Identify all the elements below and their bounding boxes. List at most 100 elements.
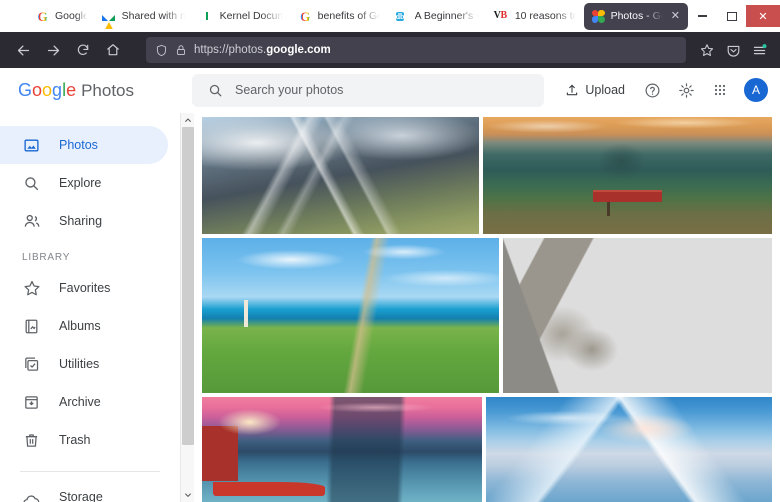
upload-icon: [567, 84, 578, 96]
forward-arrow-icon: [47, 45, 59, 55]
google-sheets-icon: [201, 10, 214, 23]
storage-section[interactable]: Storage 5.6 GB of 15 GB used: [0, 472, 180, 502]
photo-green-coast-lighthouse[interactable]: [202, 238, 499, 394]
tab-label: Google: [55, 10, 87, 22]
photo-icon: [22, 136, 41, 155]
scrollbar-track[interactable]: [181, 127, 195, 488]
help-button[interactable]: [637, 75, 667, 105]
tab-kernel-document[interactable]: Kernel Document: [193, 3, 291, 29]
brand-word: Photos: [81, 80, 135, 100]
sidebar-item-label: Archive: [59, 395, 101, 409]
sidebar-item-label: Albums: [59, 319, 101, 333]
minimize-icon: [698, 15, 707, 17]
forward-button[interactable]: [38, 36, 68, 64]
tab-shared-with-me[interactable]: Shared with me: [95, 3, 193, 29]
pocket-button[interactable]: [720, 37, 746, 63]
shield-icon: [156, 44, 167, 56]
browser-window: G Google Shared with me Kernel Document …: [0, 0, 780, 502]
photo-red-bench-mountain-sunset[interactable]: [483, 117, 772, 235]
sidebar-item-label: Sharing: [59, 214, 103, 228]
photo-grid: [194, 113, 780, 502]
menu-button[interactable]: [746, 37, 772, 63]
chevron-down-icon: [184, 493, 191, 497]
tab-benefits-of-go[interactable]: G benefits of Go: [291, 3, 388, 29]
sidebar-item-explore[interactable]: Explore: [0, 164, 168, 202]
apps-grid-icon: [714, 84, 726, 96]
boats-detail: [213, 482, 326, 496]
search-input[interactable]: Search your photos: [192, 73, 544, 107]
star-icon: [22, 279, 41, 298]
trash-icon: [22, 431, 41, 450]
tab-10-reasons-to[interactable]: VB 10 reasons to: [486, 3, 584, 29]
photo-pink-sunset-lake-boats[interactable]: [202, 397, 482, 502]
sidebar-item-sharing[interactable]: Sharing: [0, 202, 168, 240]
photo-snowy-alpine-valley[interactable]: [202, 117, 480, 235]
navigation-toolbar: https://photos.google.com: [0, 32, 780, 68]
bookmark-button[interactable]: [694, 37, 720, 63]
sidebar-section-library: LIBRARY: [22, 252, 71, 263]
sidebar-item-utilities[interactable]: Utilities: [0, 345, 168, 383]
close-window-button[interactable]: ✕: [746, 5, 780, 27]
back-button[interactable]: [8, 36, 38, 64]
reload-icon: [77, 44, 89, 55]
sidebar-item-trash[interactable]: Trash: [0, 421, 168, 459]
sidebar-item-albums[interactable]: Albums: [0, 307, 168, 345]
hamburger-menu-icon: [753, 43, 766, 54]
avatar[interactable]: A: [744, 78, 768, 102]
window-controls: ✕: [688, 0, 780, 32]
brand-letter: G: [18, 79, 33, 100]
tab-a-beginners-guide[interactable]: db A Beginner's G: [388, 3, 486, 29]
close-icon[interactable]: ✕: [671, 10, 680, 22]
google-drive-icon: [102, 9, 116, 29]
settings-button[interactable]: [671, 75, 701, 105]
apps-button[interactable]: [705, 75, 735, 105]
scroll-up-button[interactable]: [181, 113, 195, 127]
tab-label: benefits of Go: [317, 10, 380, 22]
url-prefix: https://photos.: [194, 44, 267, 56]
photo-rocky-ridge-sunburst[interactable]: [502, 238, 772, 394]
sidebar: Photos Explore Sharing LIBRARY Favorites…: [0, 113, 180, 502]
tab-photos-active[interactable]: Photos - Go ✕: [583, 2, 688, 30]
gear-icon: [678, 82, 694, 98]
storage-details: Storage 5.6 GB of 15 GB used: [59, 490, 163, 502]
home-icon: [107, 44, 119, 56]
photo-blue-sky-snowy-peak[interactable]: [485, 397, 772, 502]
sidebar-item-label: Utilities: [59, 357, 100, 371]
scrollbar-thumb[interactable]: [181, 127, 194, 445]
url-domain: google.com: [266, 44, 331, 56]
address-bar[interactable]: https://photos.google.com: [146, 37, 686, 63]
tab-list: G Google Shared with me Kernel Document …: [0, 0, 688, 32]
cabin-detail: [202, 426, 239, 481]
album-icon: [22, 317, 41, 336]
vb-icon: VB: [493, 10, 508, 21]
people-icon: [22, 212, 41, 231]
brand-letter: o: [42, 79, 53, 100]
sidebar-item-label: Explore: [59, 176, 102, 190]
tab-google[interactable]: G Google: [28, 3, 95, 29]
sidebar-item-archive[interactable]: Archive: [0, 383, 168, 421]
upload-button[interactable]: Upload: [557, 78, 633, 102]
tab-label: Photos - Go: [610, 10, 663, 22]
sidebar-item-photos[interactable]: Photos: [0, 126, 168, 164]
brand-logo[interactable]: Google Photos: [18, 80, 192, 101]
google-photos-app: GooglePhotos Search your photos Upload: [0, 68, 780, 502]
maximize-button[interactable]: [717, 4, 746, 28]
lighthouse-detail: [243, 300, 248, 327]
search-icon: [209, 84, 222, 96]
home-button[interactable]: [98, 36, 128, 64]
sidebar-item-favorites[interactable]: Favorites: [0, 269, 168, 307]
sidebar-scrollbar[interactable]: [180, 113, 194, 502]
photo-row: [202, 397, 772, 502]
scroll-down-button[interactable]: [181, 488, 195, 502]
upload-label: Upload: [585, 83, 625, 97]
sidebar-item-label: Favorites: [59, 281, 111, 295]
sidebar-item-label: Photos: [59, 138, 98, 152]
app-header: GooglePhotos Search your photos Upload: [0, 68, 780, 113]
reload-button[interactable]: [68, 36, 98, 64]
brand-letter: e: [66, 79, 77, 100]
photo-row: [202, 238, 772, 394]
lock-icon: [177, 45, 185, 55]
url-text: https://photos.google.com: [194, 44, 331, 56]
minimize-button[interactable]: [688, 4, 717, 28]
bd-icon: db: [395, 11, 405, 21]
